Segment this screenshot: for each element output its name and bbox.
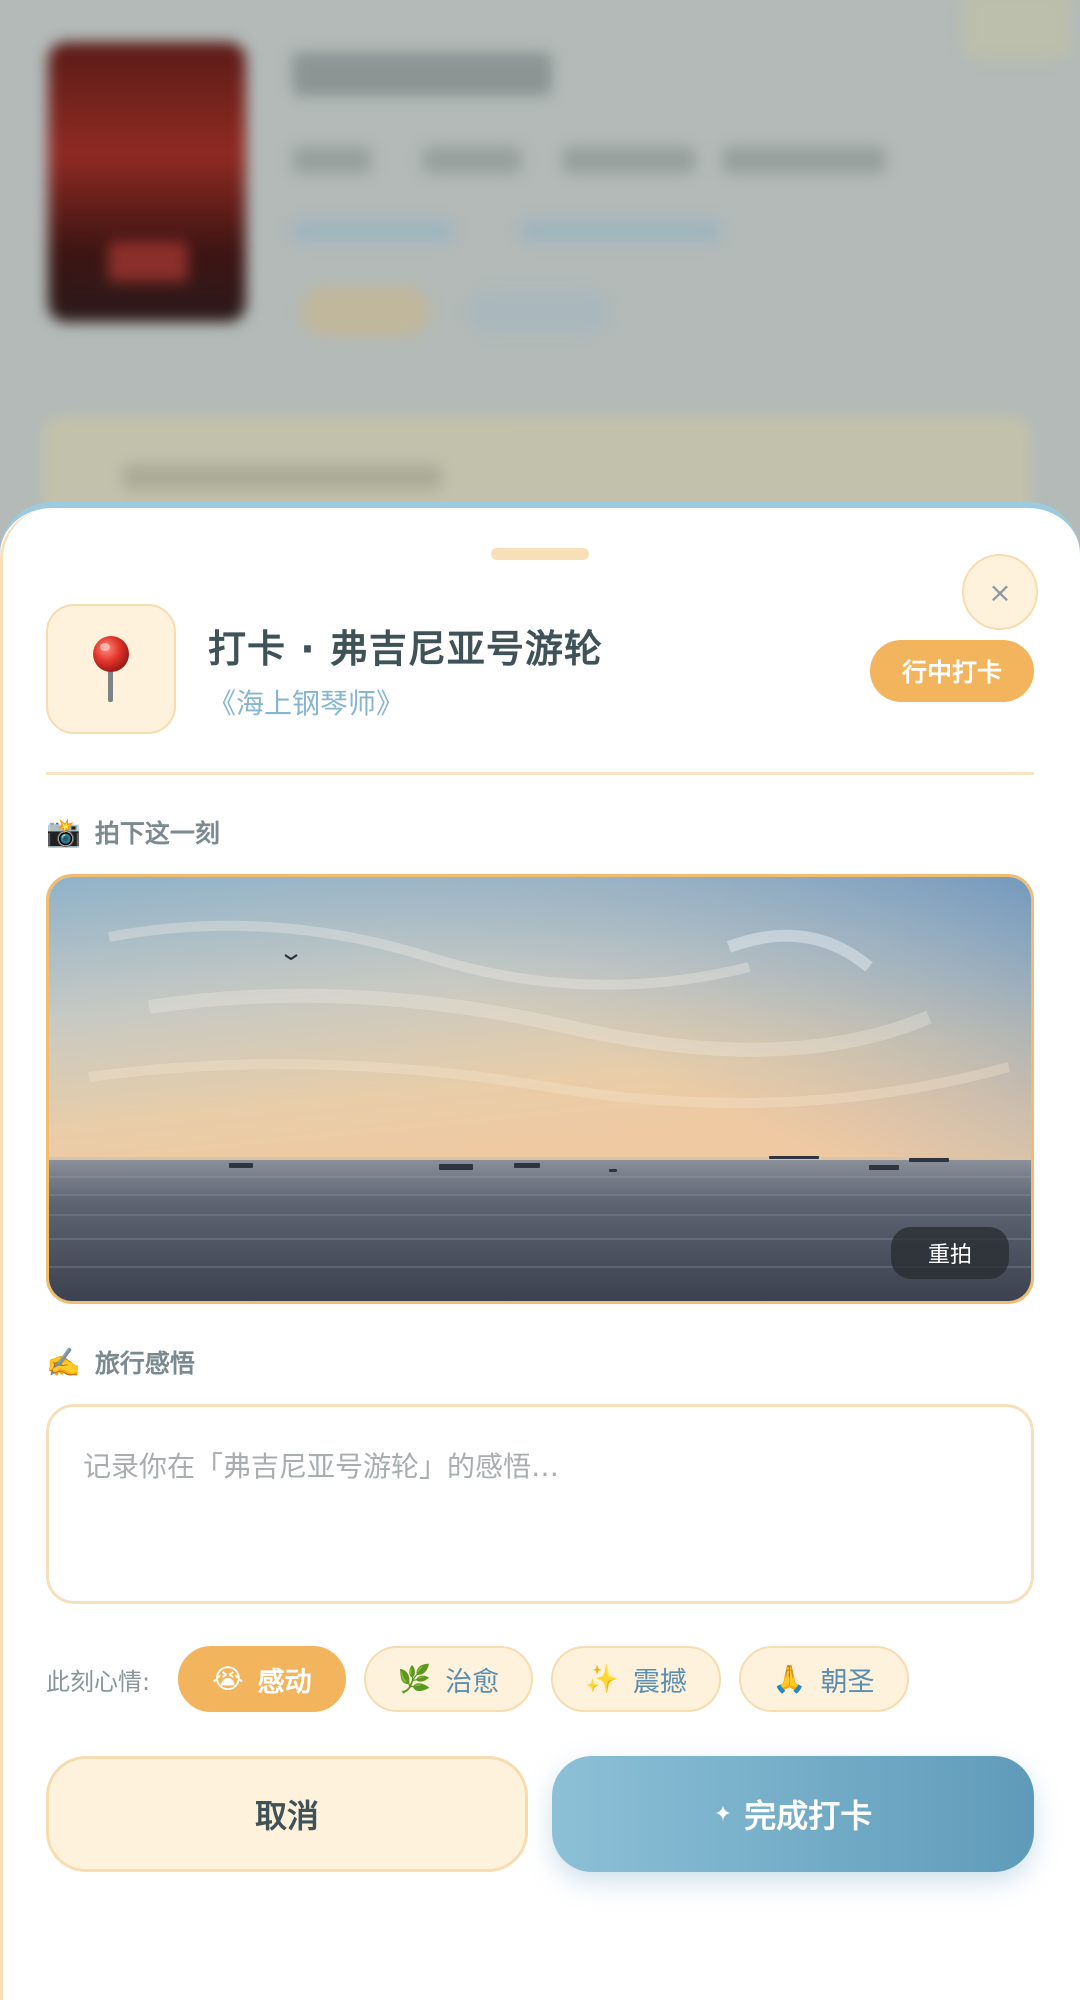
mood-chip-label: 震撼 [632,1666,687,1698]
blurred-corner [962,0,1072,60]
captured-photo[interactable]: 重拍 [46,874,1034,1304]
blurred-chip [300,286,430,336]
mood-selector: 此刻心情: 😭 感动 🌿 治愈 ✨ 震撼 🙏 朝圣 [46,1646,927,1712]
blurred-poster [48,42,246,322]
reflection-section-label: ✍️ 旅行感悟 [46,1344,195,1380]
mood-chip-pilgrimage[interactable]: 🙏 朝圣 [738,1646,909,1712]
herb-icon: 🌿 [397,1664,432,1695]
photo-section-title: 拍下这一刻 [94,819,220,848]
blurred-title [292,52,552,96]
sheet-title: 打卡 · 弗吉尼亚号游轮 [208,627,603,671]
mood-chip-shocked[interactable]: ✨ 震撼 [551,1646,721,1712]
blurred-link [292,220,452,242]
movie-link[interactable]: 《海上钢琴师》 [208,682,404,722]
mood-chip-healing[interactable]: 🌿 治愈 [363,1646,534,1712]
mood-chip-label: 朝圣 [820,1666,875,1698]
location-tile [46,604,176,734]
blurred-chip [468,292,608,332]
blurred-line [722,146,886,174]
sparkles-icon: ✨ [585,1664,619,1695]
blurred-line [562,146,696,174]
reflection-input[interactable]: 记录你在「弗吉尼亚号游轮」的感悟… [46,1404,1034,1604]
mood-chip-label: 治愈 [445,1666,500,1698]
crying-face-icon: 😭 [212,1663,244,1695]
reflection-section-title: 旅行感悟 [94,1349,195,1378]
sheet-grabber[interactable] [491,548,589,560]
complete-checkin-label: 完成打卡 [744,1797,873,1835]
sea-sunset-photo [49,877,1031,1301]
praying-hands-icon: 🙏 [772,1664,807,1695]
pushpin-icon [93,636,129,702]
sparkle-icon: ✦ [713,1801,733,1827]
complete-checkin-button[interactable]: ✦ 完成打卡 [552,1756,1034,1872]
checkin-sheet: × 打卡 · 弗吉尼亚号游轮 《海上钢琴师》 行中打卡 📸 拍下这一刻 重拍 ✍… [0,502,1080,2000]
status-badge: 行中打卡 [870,640,1034,702]
close-icon: × [988,575,1012,609]
close-button[interactable]: × [962,554,1038,630]
background-page [0,0,1080,560]
blurred-link [520,220,720,242]
retake-button[interactable]: 重拍 [891,1227,1009,1279]
camera-flash-icon: 📸 [46,815,81,849]
divider [46,772,1034,775]
cancel-button[interactable]: 取消 [46,1756,528,1872]
blurred-line [422,146,522,174]
writing-hand-icon: ✍️ [46,1345,81,1379]
mood-chip-label: 感动 [257,1666,312,1698]
mood-chip-moved[interactable]: 😭 感动 [178,1646,346,1712]
blurred-line [292,146,372,174]
mood-label: 此刻心情: [46,1667,151,1696]
photo-section-label: 📸 拍下这一刻 [46,814,220,850]
